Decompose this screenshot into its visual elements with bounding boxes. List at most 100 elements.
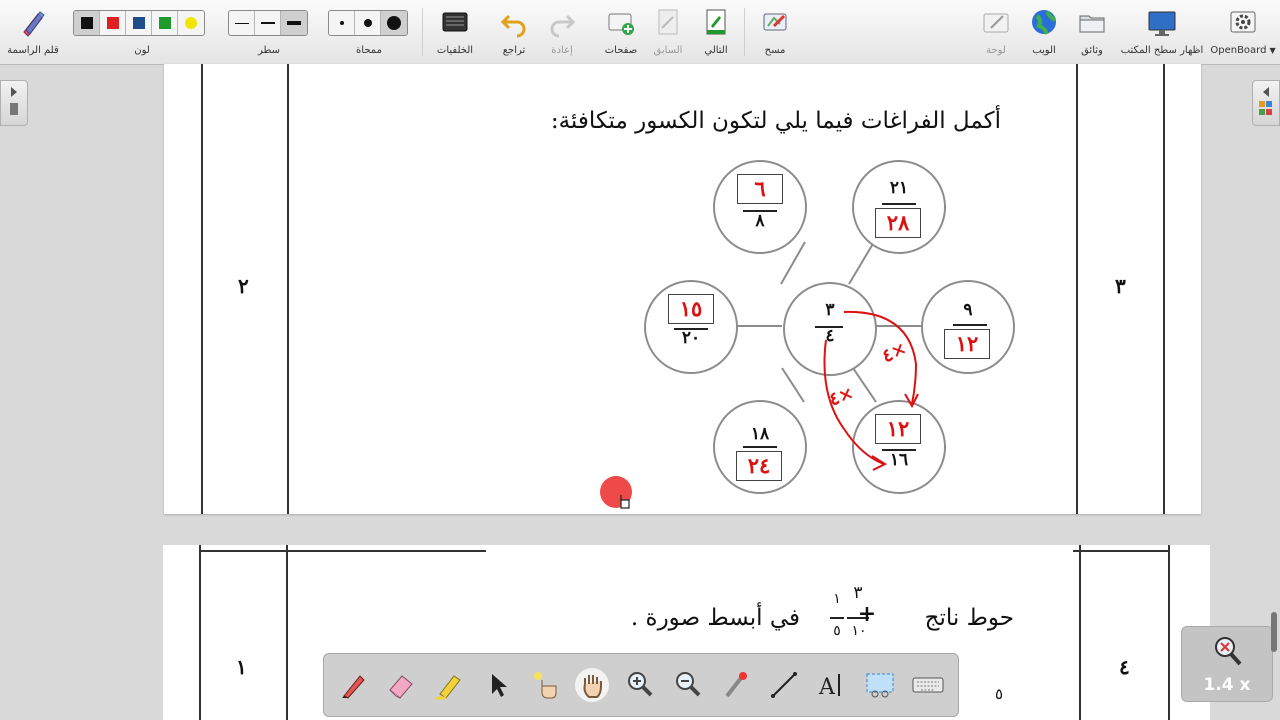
plus-sign: + [857,601,877,627]
line-width-group: سطر [228,6,310,58]
board-icon [983,13,1009,33]
pan-hand-icon[interactable] [575,668,609,702]
add-page-icon [608,13,634,35]
show-desktop-button[interactable]: اظهار سطح المكتب [1118,6,1206,58]
interact-hand-icon[interactable] [528,668,562,702]
fraction-denominator: ٥ [833,623,841,639]
pages-button[interactable]: صفحات [598,6,644,58]
documents-button[interactable]: وثائق [1070,6,1114,58]
line-width-selector [228,10,308,36]
eraser-size-group: ممحاة [328,6,410,58]
backgrounds-button[interactable]: الخلفيات [430,6,480,58]
color-yellow[interactable] [178,11,204,35]
line-thick[interactable] [281,11,307,35]
text-tool-icon[interactable]: A [815,668,849,702]
fraction-numerator: ٣ [853,583,863,603]
expand-left-icon [1259,87,1272,115]
eraser-icon[interactable] [384,668,418,702]
gear-icon [1230,11,1256,33]
color-group: لون [73,6,211,58]
pen-icon [23,11,45,37]
backgrounds-label: الخلفيات [436,45,474,56]
table-border [199,550,486,552]
laser-pointer-icon[interactable] [719,668,753,702]
erase-label: مسح [764,45,786,56]
undo-label: تراجع [502,45,526,56]
select-arrow-icon[interactable] [480,668,514,702]
line-medium[interactable] [255,11,281,35]
pen-tool-button[interactable]: قلم الراسمة [4,6,62,58]
question-prefix: حوط ناتج [924,605,1014,631]
color-green[interactable] [152,11,178,35]
previous-label: السابق [653,45,683,56]
backgrounds-icon [442,12,468,32]
stylus-palette: A [323,653,959,717]
previous-page-icon [658,9,678,35]
undo-button[interactable]: تراجع [492,6,536,58]
chevron-down-icon: ▼ [1269,46,1276,55]
question-text: حوط ناتج في أبسط صورة . [631,605,1014,631]
eraser-large[interactable] [381,11,407,35]
color-label: لون [134,45,150,56]
color-black[interactable] [74,11,100,35]
eraser-small[interactable] [329,11,355,35]
left-palette-handle[interactable] [0,80,28,126]
redo-label: إعادة [551,45,573,56]
line-tool-icon[interactable] [767,668,801,702]
table-border [286,545,288,720]
zoom-indicator[interactable]: 1.4 x [1181,626,1273,702]
globe-icon [1032,10,1056,35]
handwritten-arrows [823,310,919,471]
table-border [1168,545,1170,720]
redo-icon [550,14,576,38]
eraser-size-selector [328,10,408,36]
fraction-bar [830,617,844,619]
line-label: سطر [257,45,281,56]
svg-text:A: A [818,675,836,700]
top-toolbar: قلم الراسمة لون سطر ممحاة الخلفيات تراجع… [0,0,1280,65]
vertical-scrollbar[interactable] [1271,612,1277,652]
line-thin[interactable] [229,11,255,35]
color-blue[interactable] [126,11,152,35]
zoom-in-icon[interactable] [623,668,657,702]
right-palette-handle[interactable] [1252,80,1280,126]
board-mode-button[interactable]: لوحة [976,6,1016,58]
eraser-medium[interactable] [355,11,381,35]
web-button[interactable]: الويب [1024,6,1064,58]
desktop-icon [1148,11,1176,36]
pen-icon[interactable] [336,668,370,702]
next-page-button[interactable]: التالي [696,6,736,58]
expand-right-icon [10,87,18,115]
keyboard-icon[interactable] [911,668,945,702]
redo-button[interactable]: إعادة [540,6,584,58]
color-selector [73,10,205,36]
highlighter-icon[interactable] [432,668,466,702]
document-page-1: ٢ ٣ أكمل الفراغات فيما يلي لتكون الكسور … [164,64,1201,514]
desktop-label: اظهار سطح المكتب [1120,45,1204,56]
board-label: لوحة [986,45,1006,56]
row-number-left: ١ [236,655,247,679]
table-border [1073,550,1168,552]
question-suffix: في أبسط صورة . [630,605,801,631]
clear-page-icon [763,13,787,31]
hand-cursor-icon [620,495,630,509]
next-label: التالي [704,45,728,56]
separator [744,8,745,56]
next-page-icon [706,9,726,35]
openboard-menu-button[interactable]: OpenBoard ▼ [1210,6,1276,58]
app-label: OpenBoard ▼ [1210,45,1276,56]
partial-number: ٥ [994,685,1004,703]
undo-icon [500,14,526,38]
zoom-out-icon[interactable] [671,668,705,702]
color-red[interactable] [100,11,126,35]
pen-label: قلم الراسمة [7,45,59,56]
separator [422,8,423,56]
zoom-close-icon [1215,637,1242,666]
clear-page-button[interactable]: مسح [754,6,796,58]
row-number-right: ٤ [1119,655,1130,679]
folder-icon [1079,15,1105,33]
eraser-label: ممحاة [356,45,382,56]
previous-page-button[interactable]: السابق [648,6,688,58]
capture-icon[interactable] [863,668,897,702]
table-border [199,545,201,720]
